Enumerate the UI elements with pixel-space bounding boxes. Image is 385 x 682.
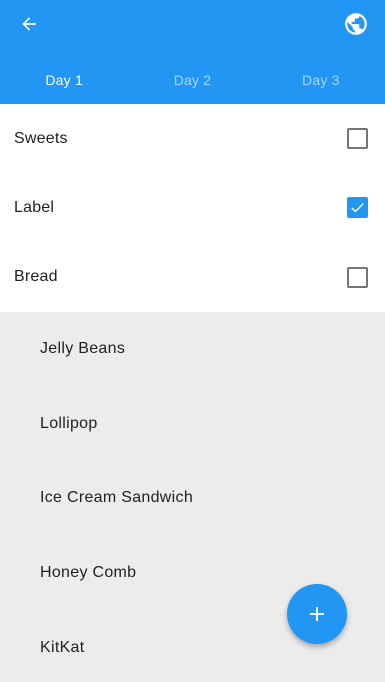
tab-day-1[interactable]: Day 1 [0, 56, 128, 104]
checkbox-label: Sweets [14, 129, 68, 147]
checkmark-icon [351, 203, 364, 213]
checkbox-label: Label [14, 198, 55, 216]
plus-icon [310, 607, 324, 621]
tab-day-2[interactable]: Day 2 [128, 56, 256, 104]
list-item[interactable]: Lollipop [0, 387, 385, 462]
bread-checkbox[interactable] [347, 266, 368, 288]
label-checkbox[interactable] [347, 197, 368, 219]
app-bar: Day 1 Day 2 Day 3 [0, 0, 385, 104]
tab-day-3[interactable]: Day 3 [257, 56, 385, 104]
app-screen: Day 1 Day 2 Day 3 Sweets Label Bread Jel… [0, 0, 385, 682]
checkbox-row-bread[interactable]: Bread [0, 243, 385, 312]
checkbox-label: Bread [14, 268, 58, 286]
add-fab-button[interactable] [287, 584, 347, 644]
globe-button[interactable] [336, 4, 376, 44]
back-button[interactable] [9, 4, 49, 44]
globe-icon [345, 13, 367, 35]
checkbox-row-label[interactable]: Label [0, 173, 385, 242]
arrow-back-icon [22, 17, 36, 31]
sweets-checkbox[interactable] [347, 128, 368, 150]
list-item[interactable]: Jelly Beans [0, 312, 385, 387]
toolbar [0, 0, 385, 48]
checkbox-list: Sweets Label Bread [0, 104, 385, 312]
checkbox-row-sweets[interactable]: Sweets [0, 104, 385, 173]
list-item[interactable]: Ice Cream Sandwich [0, 461, 385, 536]
day-tabs: Day 1 Day 2 Day 3 [0, 56, 385, 104]
